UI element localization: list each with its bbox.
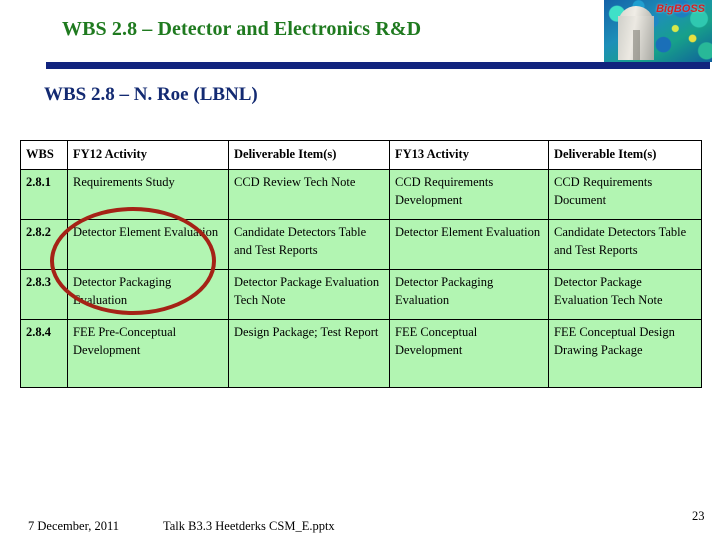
cell-fy12-activity: Detector Packaging Evaluation bbox=[67, 268, 229, 320]
cell-fy12-activity: Requirements Study bbox=[67, 168, 229, 220]
cell-wbs: 2.8.3 bbox=[20, 268, 68, 320]
telescope-dome-slit-icon bbox=[633, 30, 640, 60]
column-header-wbs: WBS bbox=[20, 140, 68, 170]
cell-fy13-activity: Detector Packaging Evaluation bbox=[389, 268, 549, 320]
wbs-table-container: WBS FY12 Activity Deliverable Item(s) FY… bbox=[20, 140, 702, 388]
column-header-fy13-activity: FY13 Activity bbox=[389, 140, 549, 170]
cell-wbs: 2.8.4 bbox=[20, 318, 68, 388]
cell-fy13-activity: CCD Requirements Development bbox=[389, 168, 549, 220]
footer-date: 7 December, 2011 bbox=[28, 519, 120, 533]
table-header-row: WBS FY12 Activity Deliverable Item(s) FY… bbox=[20, 140, 702, 170]
cell-fy12-deliverable: Design Package; Test Report bbox=[228, 318, 390, 388]
table-row: 2.8.1 Requirements Study CCD Review Tech… bbox=[20, 168, 702, 220]
wbs-schedule-table: WBS FY12 Activity Deliverable Item(s) FY… bbox=[20, 140, 702, 388]
cell-fy12-activity: Detector Element Evaluation bbox=[67, 218, 229, 270]
cell-fy13-deliverable: FEE Conceptual Design Drawing Package bbox=[548, 318, 702, 388]
column-header-fy12-activity: FY12 Activity bbox=[67, 140, 229, 170]
cell-fy13-activity: FEE Conceptual Development bbox=[389, 318, 549, 388]
logo-text: BigBOSS bbox=[656, 3, 705, 15]
cell-fy13-deliverable: CCD Requirements Document bbox=[548, 168, 702, 220]
table-row: 2.8.2 Detector Element Evaluation Candid… bbox=[20, 218, 702, 270]
cell-fy12-activity: FEE Pre-Conceptual Development bbox=[67, 318, 229, 388]
cell-fy12-deliverable: Detector Package Evaluation Tech Note bbox=[228, 268, 390, 320]
column-header-fy13-deliverable: Deliverable Item(s) bbox=[548, 140, 702, 170]
cell-fy12-deliverable: Candidate Detectors Table and Test Repor… bbox=[228, 218, 390, 270]
bigboss-logo: BigBOSS bbox=[604, 0, 712, 62]
slide-subtitle: WBS 2.8 – N. Roe (LBNL) bbox=[44, 84, 258, 105]
table-row: 2.8.3 Detector Packaging Evaluation Dete… bbox=[20, 268, 702, 320]
column-header-fy12-deliverable: Deliverable Item(s) bbox=[228, 140, 390, 170]
cell-wbs: 2.8.1 bbox=[20, 168, 68, 220]
cell-fy13-deliverable: Detector Package Evaluation Tech Note bbox=[548, 268, 702, 320]
presentation-slide: WBS 2.8 – Detector and Electronics R&D B… bbox=[0, 0, 720, 540]
cell-fy13-deliverable: Candidate Detectors Table and Test Repor… bbox=[548, 218, 702, 270]
title-divider bbox=[46, 62, 710, 69]
cell-fy12-deliverable: CCD Review Tech Note bbox=[228, 168, 390, 220]
page-title: WBS 2.8 – Detector and Electronics R&D bbox=[62, 18, 422, 40]
slide-page-number: 23 bbox=[692, 509, 705, 523]
cell-wbs: 2.8.2 bbox=[20, 218, 68, 270]
cell-fy13-activity: Detector Element Evaluation bbox=[389, 218, 549, 270]
footer-filename: Talk B3.3 Heetderks CSM_E.pptx bbox=[163, 519, 335, 533]
table-row: 2.8.4 FEE Pre-Conceptual Development Des… bbox=[20, 318, 702, 388]
